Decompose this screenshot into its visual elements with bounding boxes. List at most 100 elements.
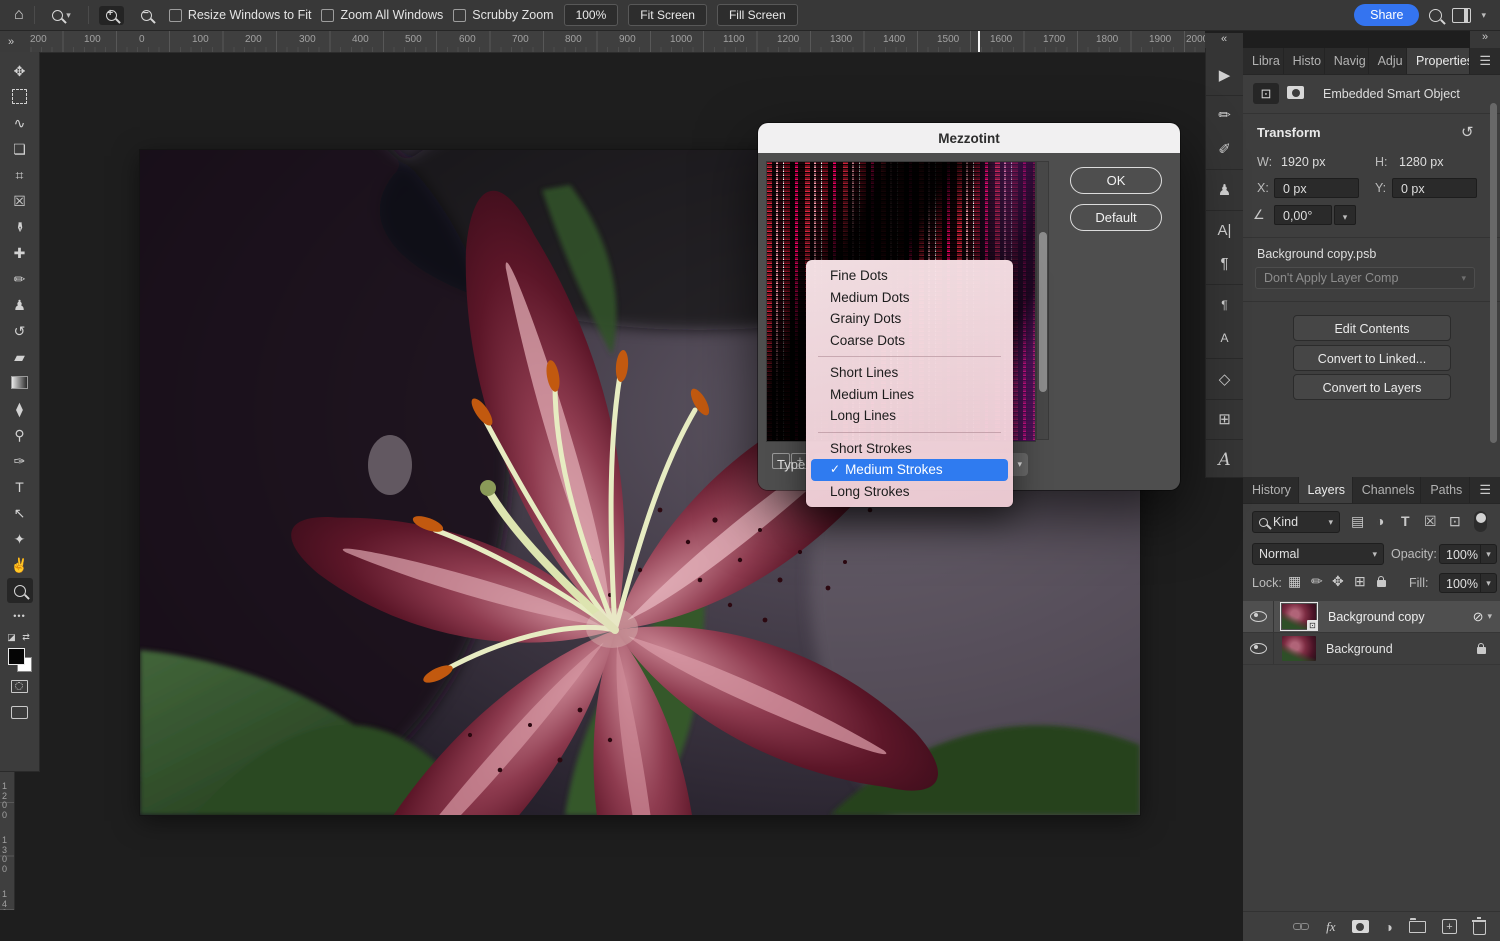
dodge-tool[interactable]: ⚲	[7, 422, 33, 447]
rotation-angle-field[interactable]: 0,00°	[1274, 205, 1332, 225]
panel-paragraph[interactable]: ¶	[1206, 247, 1244, 281]
visibility-toggle[interactable]	[1243, 601, 1274, 632]
convert-to-layers-button[interactable]: Convert to Layers	[1293, 374, 1451, 400]
tab-paths[interactable]: Paths	[1421, 477, 1470, 503]
layer-effects-icon[interactable]: fx	[1326, 919, 1335, 935]
healing-brush-tool[interactable]: ✚	[7, 240, 33, 265]
panel-brushes[interactable]: ✐	[1206, 132, 1244, 166]
lock-artboard-icon[interactable]: ⊞	[1354, 574, 1366, 588]
lock-transparent-icon[interactable]: ▦	[1288, 574, 1301, 588]
panel-character[interactable]: A|	[1206, 214, 1244, 248]
history-brush-tool[interactable]: ↺	[7, 318, 33, 343]
new-layer-icon[interactable]: +	[1442, 919, 1457, 934]
toolbar-collapse-chevron[interactable]: »	[0, 31, 30, 52]
layer-name[interactable]: Background	[1326, 642, 1393, 656]
link-layers-icon[interactable]	[1293, 923, 1310, 931]
screen-mode-button[interactable]	[7, 700, 33, 725]
preview-scrollbar[interactable]	[1036, 161, 1049, 440]
clone-stamp-tool[interactable]: ♟	[7, 292, 33, 317]
gradient-tool[interactable]	[7, 370, 33, 395]
layer-filter-select[interactable]: Kind ▾	[1252, 511, 1340, 533]
panel-materials[interactable]: ◇	[1206, 362, 1244, 396]
type-tool[interactable]: T	[7, 474, 33, 499]
convert-to-linked-button[interactable]: Convert to Linked...	[1293, 345, 1451, 371]
zoom-all-windows-checkbox[interactable]: Zoom All Windows	[321, 8, 443, 22]
move-tool[interactable]: ✥	[7, 58, 33, 83]
zoom-tool-icon[interactable]: ▾	[45, 4, 78, 27]
tab-channels[interactable]: Channels	[1353, 477, 1422, 503]
opacity-field[interactable]: 100%	[1439, 544, 1481, 564]
tab-properties[interactable]: Properties	[1407, 48, 1470, 74]
panel-menu-icon[interactable]: ☰	[1470, 477, 1500, 503]
filter-shape-layers-icon[interactable]: ☒	[1424, 514, 1437, 528]
layer-row-background-copy[interactable]: ⊡ Background copy ⊘ ▾	[1243, 601, 1500, 633]
search-icon[interactable]	[1429, 9, 1442, 22]
foreground-color-swatch[interactable]	[8, 648, 25, 665]
workspace-icon[interactable]	[1452, 8, 1471, 23]
pen-tool[interactable]: ✑	[7, 448, 33, 473]
menu-item-coarse-dots[interactable]: Coarse Dots	[806, 330, 1013, 352]
filter-adjustment-layers-icon[interactable]: ◑	[1376, 514, 1384, 528]
visibility-toggle[interactable]	[1243, 633, 1274, 664]
panel-patterns[interactable]: ⊞	[1206, 403, 1244, 437]
menu-item-fine-dots[interactable]: Fine Dots	[806, 265, 1013, 287]
y-position-field[interactable]: 0 px	[1392, 178, 1477, 198]
brush-tool[interactable]: ✏	[7, 266, 33, 291]
filter-image-layers-icon[interactable]: ▤	[1351, 514, 1364, 528]
fill-field[interactable]: 100%	[1439, 573, 1481, 593]
panel-character-styles[interactable]: A	[1206, 321, 1244, 355]
menu-item-medium-dots[interactable]: Medium Dots	[806, 287, 1013, 309]
hand-tool[interactable]: ✌	[7, 552, 33, 577]
layer-row-background[interactable]: Background	[1243, 633, 1500, 665]
fill-screen-button[interactable]: Fill Screen	[717, 4, 798, 26]
tab-adjustments[interactable]: Adju	[1369, 48, 1407, 74]
filter-smart-object-icon[interactable]: ⊡	[1449, 514, 1461, 528]
menu-item-short-lines[interactable]: Short Lines	[806, 362, 1013, 384]
mask-filter-button[interactable]	[1287, 86, 1304, 99]
expand-panels-chevron[interactable]: »	[1470, 31, 1500, 48]
new-group-icon[interactable]	[1409, 921, 1426, 933]
zoom-100-button[interactable]: 100%	[564, 4, 619, 26]
menu-item-long-lines[interactable]: Long Lines	[806, 405, 1013, 427]
tab-history[interactable]: History	[1243, 477, 1299, 503]
menu-item-grainy-dots[interactable]: Grainy Dots	[806, 308, 1013, 330]
delete-layer-icon[interactable]	[1473, 922, 1486, 935]
layer-thumbnail[interactable]	[1282, 636, 1316, 661]
opacity-dropdown[interactable]: ▾	[1481, 544, 1497, 564]
lasso-tool[interactable]: ∿	[7, 110, 33, 135]
x-position-field[interactable]: 0 px	[1274, 178, 1359, 198]
ok-button[interactable]: OK	[1070, 167, 1162, 194]
scrollbar-thumb[interactable]	[1039, 232, 1047, 392]
zoom-tool[interactable]	[7, 578, 33, 603]
panel-brush-settings[interactable]: ✏	[1206, 99, 1244, 133]
panel-glyphs[interactable]: A	[1206, 443, 1244, 477]
edit-toolbar-button[interactable]: •••	[7, 604, 33, 629]
menu-item-medium-strokes[interactable]: ✓ Medium Strokes	[811, 459, 1008, 481]
share-button[interactable]: Share	[1354, 4, 1419, 26]
swap-colors-icon[interactable]: ◪ ⇄	[7, 632, 32, 643]
menu-item-medium-lines[interactable]: Medium Lines	[806, 384, 1013, 406]
reset-transform-icon[interactable]: ↺	[1461, 123, 1474, 141]
tab-histogram[interactable]: Histo	[1284, 48, 1325, 74]
shape-tool[interactable]: ✦	[7, 526, 33, 551]
layer-comp-select[interactable]: Don't Apply Layer Comp ▾	[1255, 267, 1475, 289]
collapse-panels-chevron[interactable]: «	[1205, 33, 1243, 48]
zoom-in-button[interactable]	[99, 6, 124, 25]
add-adjustment-icon[interactable]: ◑	[1385, 920, 1393, 934]
default-button[interactable]: Default	[1070, 204, 1162, 231]
scrubby-zoom-checkbox[interactable]: Scrubby Zoom	[453, 8, 553, 22]
path-selection-tool[interactable]: ↖	[7, 500, 33, 525]
panel-paragraph-styles[interactable]: ¶	[1206, 288, 1244, 322]
resize-windows-checkbox[interactable]: Resize Windows to Fit	[169, 8, 312, 22]
smart-filters-icon[interactable]: ⊘	[1473, 609, 1484, 625]
zoom-out-button[interactable]	[134, 6, 159, 25]
marquee-tool[interactable]	[7, 84, 33, 109]
object-selection-tool[interactable]: ❏	[7, 136, 33, 161]
blur-tool[interactable]: ⧫	[7, 396, 33, 421]
add-mask-icon[interactable]	[1352, 920, 1369, 933]
lock-pixels-icon[interactable]: ✏	[1311, 574, 1323, 588]
lock-position-icon[interactable]: ✥	[1332, 574, 1344, 588]
home-icon[interactable]: ⌂	[14, 7, 24, 23]
chevron-down-icon[interactable]: ▾	[1487, 612, 1492, 621]
layer-thumbnail[interactable]: ⊡	[1280, 602, 1318, 631]
